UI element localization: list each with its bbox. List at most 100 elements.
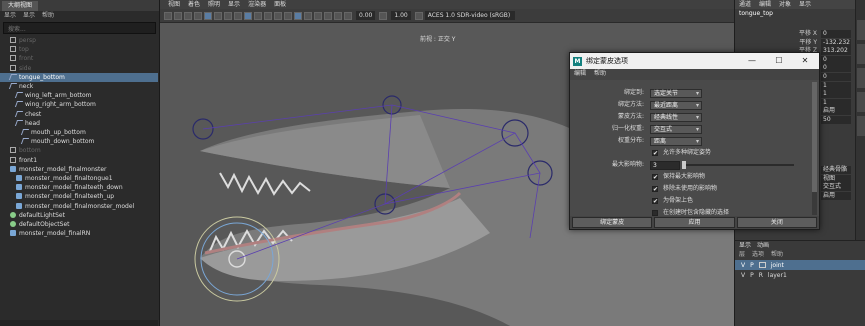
antialias-icon[interactable] [314,11,322,20]
layer-reference-toggle[interactable]: R [759,272,763,279]
attribute-value[interactable]: 0 [821,73,851,81]
attribute-value[interactable]: 0 [821,55,851,64]
outliner-item[interactable]: bottom [0,146,158,155]
bind-to-select[interactable]: 选定关节 [650,88,702,98]
isolate-icon[interactable] [304,11,312,20]
outliner-item[interactable]: monster_model_finalmonster [0,165,158,174]
outliner-search-input[interactable]: 搜索... [3,22,156,34]
channel-attribute[interactable]: 平移 X 0 [735,30,853,38]
grid-icon[interactable] [204,11,212,20]
attribute-value[interactable]: -132.232 [821,38,851,47]
exposure-field[interactable]: 0.00 [356,11,376,20]
attribute-value[interactable]: 启用 [821,191,851,200]
outliner-menu-show[interactable]: 显示 [23,11,35,20]
layer-visible-toggle[interactable]: V [741,262,745,269]
attribute-value[interactable]: 交互式 [821,183,851,192]
motion-blur-icon[interactable] [334,11,342,20]
outliner-item[interactable]: monster_model_finalmonster_model [0,202,158,211]
layer-menu-layers[interactable]: 层 [739,250,745,260]
layer-name[interactable]: joint [771,262,784,269]
viewport-menu-renderer[interactable]: 渲染器 [248,0,266,9]
close-button[interactable]: 关闭 [736,217,817,228]
image-plane-icon[interactable] [194,11,202,20]
dialog-menu-help[interactable]: 帮助 [594,69,606,79]
gamma-icon[interactable] [379,11,388,20]
remove-unused-checkbox[interactable]: ✔ [652,186,658,193]
outliner-item[interactable]: monster_model_finalRN [0,229,158,238]
outliner-item[interactable]: monster_model_finalteeth_up [0,192,158,201]
cb-menu-channels[interactable]: 通道 [739,0,751,9]
layer-color-swatch[interactable] [758,262,766,268]
view-transform-select[interactable]: ACES 1.0 SDR-video (sRGB) [424,11,515,20]
apply-button[interactable]: 应用 [654,217,735,228]
resolution-gate-icon[interactable] [224,11,232,20]
maximize-icon[interactable]: ☐ [766,53,792,69]
layer-tab-anim[interactable]: 动画 [757,241,769,250]
attribute-value[interactable]: 1 [821,98,851,107]
outliner-item[interactable]: mouth_up_bottom [0,128,158,137]
outliner-item[interactable]: chest [0,110,158,119]
film-gate-icon[interactable] [214,11,222,20]
exposure-icon[interactable] [344,11,352,20]
scrollbar-thumb[interactable] [812,82,817,192]
outliner-item[interactable]: monster_model_finaltongue1 [0,174,158,183]
viewport-menu-shading[interactable]: 着色 [188,0,200,9]
layer-row[interactable]: V P R layer1 [735,270,865,280]
wireframe-icon[interactable] [234,11,242,20]
attribute-value[interactable]: 视图 [821,174,851,183]
shadows-icon[interactable] [274,11,282,20]
xray-icon[interactable] [284,11,292,20]
attribute-value[interactable]: 1 [821,81,851,90]
outliner-menu-display[interactable]: 显示 [4,11,16,20]
outliner-item[interactable]: mouth_down_bottom [0,137,158,146]
outliner-item[interactable]: monster_model_finalteeth_down [0,183,158,192]
cb-menu-edit[interactable]: 编辑 [759,0,771,9]
lock-camera-icon[interactable] [174,11,182,20]
minimize-icon[interactable]: — [739,53,765,69]
dialog-scrollbar[interactable] [812,82,817,215]
attribute-value[interactable]: 0 [821,64,851,73]
viewport-menu-view[interactable]: 视图 [168,0,180,9]
layer-playback-toggle[interactable]: P [750,272,754,279]
skinning-method-select[interactable]: 经典线性 [650,112,702,122]
side-tab-modeling-toolkit[interactable] [857,92,865,112]
side-tab-attribute-editor[interactable] [857,20,865,40]
outliner-item[interactable]: top [0,45,158,54]
outliner-item[interactable]: defaultObjectSet [0,220,158,229]
outliner-item[interactable]: side [0,64,158,73]
attribute-value[interactable]: 启用 [821,107,851,116]
layer-row[interactable]: V P joint [735,260,865,270]
weight-distribution-select[interactable]: 距离 [650,136,702,146]
layer-name[interactable]: layer1 [768,272,787,279]
outliner-item[interactable]: wing_right_arm_bottom [0,100,158,109]
layer-visible-toggle[interactable]: V [741,272,745,279]
outliner-item[interactable]: wing_left_arm_bottom [0,91,158,100]
viewport-menu-panels[interactable]: 面板 [274,0,286,9]
attribute-value[interactable]: 50 [821,116,851,124]
outliner-item[interactable]: defaultLightSet [0,211,158,220]
side-tab-tool-settings[interactable] [857,44,865,64]
dialog-titlebar[interactable]: M 绑定蒙皮选项 — ☐ ✕ [570,53,819,69]
color-skeleton-checkbox[interactable]: ✔ [652,198,658,205]
channel-attribute[interactable]: 平移 Y -132.232 [735,38,853,47]
xray-joints-icon[interactable] [294,11,302,20]
camera-icon[interactable] [164,11,172,20]
viewport-menu-show[interactable]: 显示 [228,0,240,9]
side-tab-channel-box[interactable] [857,68,865,88]
outliner-item[interactable]: head [0,119,158,128]
attribute-value[interactable]: 1 [821,90,851,99]
side-tab-xgen[interactable] [857,116,865,136]
gamma-field[interactable]: 1.00 [391,11,411,20]
dialog-menu-edit[interactable]: 编辑 [574,69,586,79]
allow-multiple-bind-checkbox[interactable]: ✔ [652,150,658,157]
cb-menu-object[interactable]: 对象 [779,0,791,9]
max-influences-field[interactable]: 3 [650,160,680,170]
outliner-scrollbar[interactable] [0,320,158,326]
smooth-shade-icon[interactable] [244,11,252,20]
viewport-menu-lighting[interactable]: 照明 [208,0,220,9]
close-icon[interactable]: ✕ [792,53,818,69]
ambient-occlusion-icon[interactable] [324,11,332,20]
outliner-item[interactable]: tongue_bottom [0,72,158,82]
layer-tab-display[interactable]: 显示 [739,241,751,250]
layer-playback-toggle[interactable]: P [750,262,754,269]
